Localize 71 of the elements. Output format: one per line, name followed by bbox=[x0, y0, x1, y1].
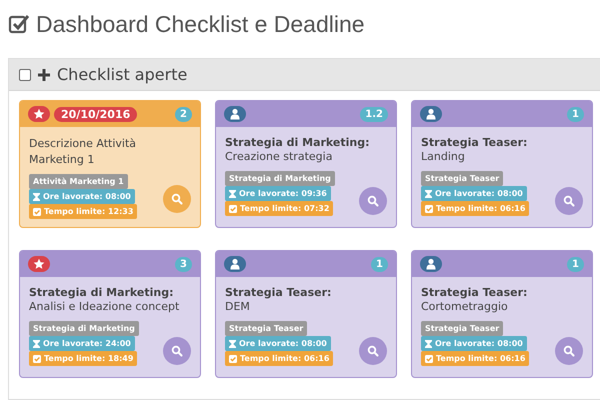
count-badge: 2 bbox=[175, 106, 192, 122]
hourglass-icon bbox=[33, 192, 40, 200]
search-icon bbox=[563, 195, 575, 207]
deadline-label: Tempo limite: 12:33 bbox=[29, 204, 138, 219]
count-badge: 1 bbox=[567, 106, 584, 122]
deadline-label: Tempo limite: 06:16 bbox=[421, 201, 530, 216]
checkbox-checked-icon bbox=[33, 354, 41, 362]
user-icon bbox=[420, 256, 442, 272]
checkbox-checked-icon bbox=[229, 354, 237, 362]
star-icon bbox=[28, 106, 50, 122]
deadline-label: Tempo limite: 18:49 bbox=[29, 351, 138, 366]
search-button[interactable] bbox=[359, 337, 387, 365]
checkbox-checked-icon bbox=[425, 204, 433, 212]
search-icon bbox=[367, 195, 379, 207]
category-label: Strategia Teaser bbox=[225, 321, 308, 336]
checkbox-checked-icon bbox=[425, 354, 433, 362]
deadline-label: Tempo limite: 06:16 bbox=[421, 351, 530, 366]
star-icon bbox=[28, 256, 50, 272]
count-badge: 3 bbox=[175, 256, 192, 272]
search-button[interactable] bbox=[163, 185, 191, 213]
hourglass-icon bbox=[229, 340, 236, 348]
card-description: Analisi e Ideazione concept bbox=[29, 299, 180, 315]
hourglass-icon bbox=[425, 340, 432, 348]
user-icon bbox=[224, 106, 246, 122]
hourglass-icon bbox=[425, 190, 432, 198]
search-button[interactable] bbox=[359, 187, 387, 215]
category-label: Strategia Teaser bbox=[421, 321, 504, 336]
hourglass-icon bbox=[33, 340, 40, 348]
search-button[interactable] bbox=[555, 337, 583, 365]
search-icon bbox=[563, 345, 575, 357]
card-heading: Strategia Teaser: bbox=[421, 286, 528, 299]
category-label: Attività Marketing 1 bbox=[29, 174, 128, 189]
card-description: DEM bbox=[225, 299, 251, 315]
hours-label: Ore lavorate: 08:00 bbox=[29, 189, 135, 204]
count-badge: 1.2 bbox=[360, 106, 388, 122]
hours-label: Ore lavorate: 08:00 bbox=[421, 336, 527, 351]
hours-label: Ore lavorate: 08:00 bbox=[225, 336, 331, 351]
card-description: Descrizione Attività Marketing 1 bbox=[29, 136, 138, 168]
hours-label: Ore lavorate: 08:00 bbox=[421, 186, 527, 201]
page-title: Dashboard Checklist e Deadline bbox=[36, 10, 365, 38]
checkbox-checked-icon bbox=[33, 208, 41, 216]
deadline-label: Tempo limite: 06:16 bbox=[225, 351, 334, 366]
hours-label: Ore lavorate: 24:00 bbox=[29, 336, 135, 351]
deadline-label: Tempo limite: 07:32 bbox=[225, 201, 334, 216]
card-description: Cortometraggio bbox=[421, 299, 509, 315]
checkbox-checked-icon bbox=[8, 13, 30, 35]
date-badge: 20/10/2016 bbox=[54, 106, 138, 122]
checkbox[interactable] bbox=[19, 68, 31, 80]
search-icon bbox=[367, 345, 379, 357]
plus-icon[interactable] bbox=[38, 68, 50, 80]
checkbox-checked-icon bbox=[229, 204, 237, 212]
category-label: Strategia di Marketing bbox=[225, 171, 335, 186]
user-icon bbox=[224, 256, 246, 272]
card-heading: Strategia Teaser: bbox=[225, 286, 332, 299]
search-icon bbox=[171, 193, 183, 205]
card-heading: Strategia di Marketing: bbox=[225, 136, 371, 149]
category-label: Strategia Teaser bbox=[421, 171, 504, 186]
count-badge: 1 bbox=[371, 256, 388, 272]
category-label: Strategia di Marketing bbox=[29, 321, 139, 336]
panel-title: Checklist aperte bbox=[57, 65, 188, 84]
search-button[interactable] bbox=[163, 337, 191, 365]
search-icon bbox=[171, 345, 183, 357]
search-button[interactable] bbox=[555, 187, 583, 215]
user-icon bbox=[420, 106, 442, 122]
card-description: Landing bbox=[421, 149, 466, 165]
hourglass-icon bbox=[229, 190, 236, 198]
card-description: Creazione strategia bbox=[225, 149, 334, 165]
hours-label: Ore lavorate: 09:36 bbox=[225, 186, 331, 201]
card-heading: Strategia di Marketing: bbox=[29, 286, 175, 299]
card-heading: Strategia Teaser: bbox=[421, 136, 528, 149]
count-badge: 1 bbox=[567, 256, 584, 272]
